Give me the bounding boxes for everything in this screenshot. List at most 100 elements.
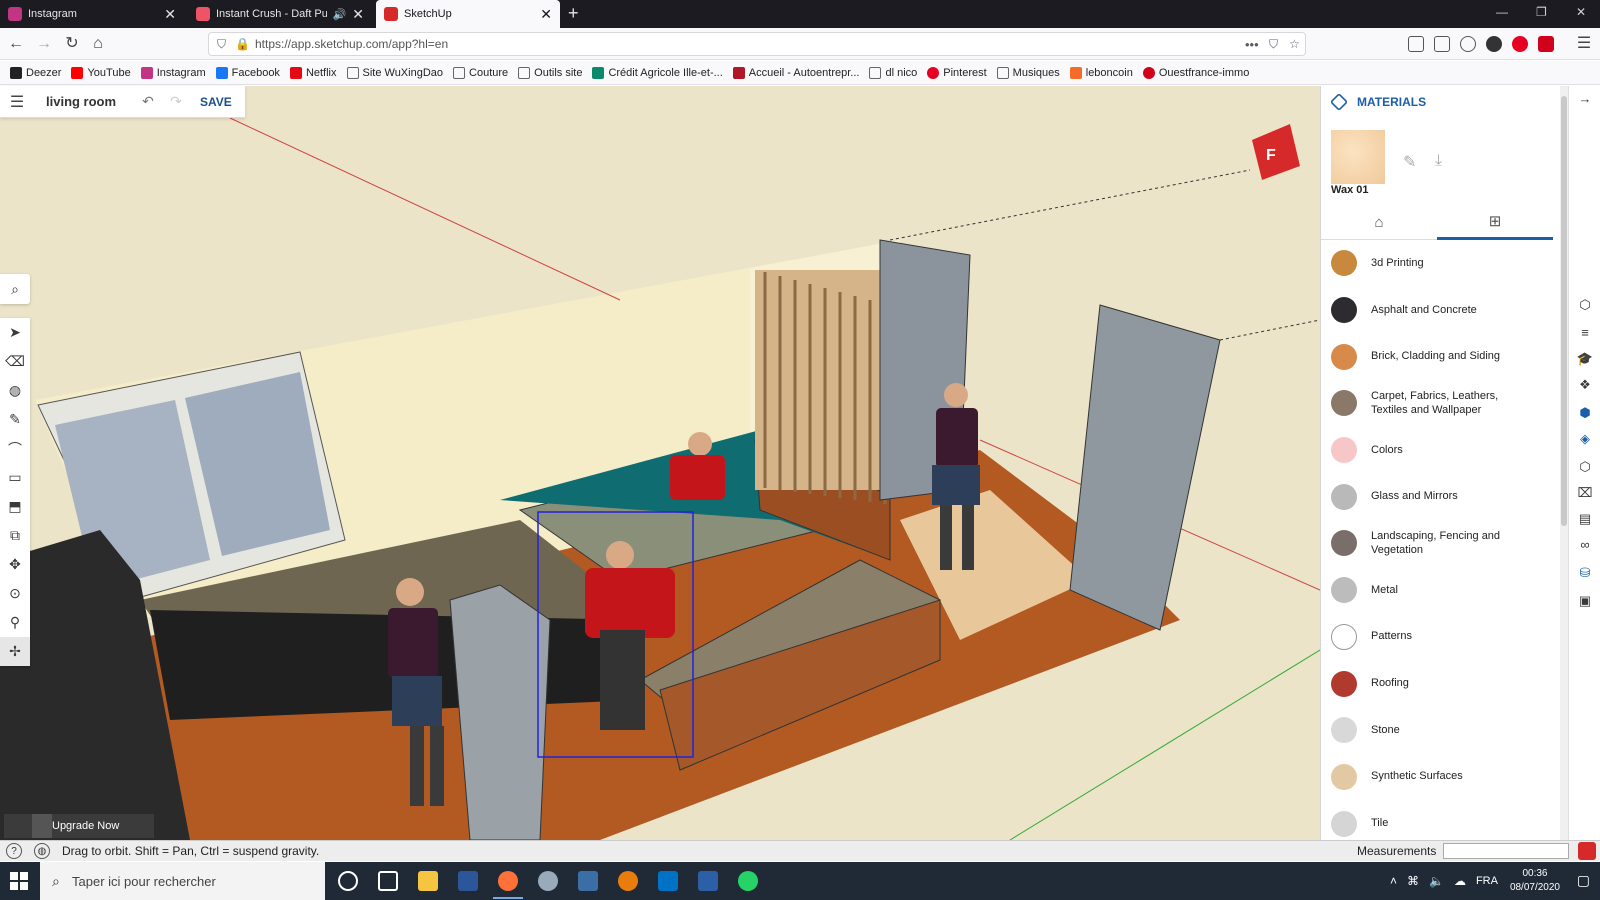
bookmark-pinterest[interactable]: Pinterest: [927, 66, 987, 79]
file-explorer-icon[interactable]: [418, 871, 438, 891]
pinterest-extension-icon[interactable]: [1512, 36, 1528, 52]
list-item[interactable]: Synthetic Surfaces: [1321, 754, 1553, 801]
bookmark-folder-outils[interactable]: Outils site: [518, 66, 582, 79]
list-item[interactable]: 3d Printing: [1321, 240, 1553, 287]
scenes-icon[interactable]: ▤: [1576, 510, 1594, 528]
rectangle-tool-icon[interactable]: ▭: [0, 463, 30, 492]
bookmark-youtube[interactable]: YouTube: [71, 66, 131, 79]
sketchup-icon[interactable]: [1578, 842, 1596, 860]
volume-icon[interactable]: 🔈: [1429, 874, 1444, 888]
show-hidden-icons[interactable]: ˄: [1390, 874, 1397, 888]
bookmark-folder-couture[interactable]: Couture: [453, 66, 508, 79]
solar-north-icon[interactable]: ▣: [1576, 592, 1594, 610]
arc-tool-icon[interactable]: ⌒: [0, 434, 30, 463]
pocket-icon[interactable]: ⛉: [1269, 37, 1278, 52]
tape-measure-tool-icon[interactable]: ⊙: [0, 579, 30, 608]
shield-icon[interactable]: ⛉: [217, 37, 226, 52]
reload-icon[interactable]: ↻: [62, 34, 82, 54]
current-material-swatch[interactable]: [1331, 130, 1385, 184]
offset-tool-icon[interactable]: ⧉: [0, 521, 30, 550]
bookmark-autoentrepreneur[interactable]: Accueil - Autoentrepr...: [732, 66, 859, 79]
cortana-icon[interactable]: [338, 871, 358, 891]
firefox-icon[interactable]: [498, 871, 518, 891]
undo-icon[interactable]: ↶: [134, 93, 162, 110]
back-icon[interactable]: ←: [6, 34, 26, 54]
extension-icon[interactable]: [1486, 36, 1502, 52]
list-item[interactable]: Patterns: [1321, 614, 1553, 661]
scrollbar-thumb[interactable]: [1561, 96, 1567, 526]
model-viewport[interactable]: F: [0, 86, 1320, 840]
list-item[interactable]: Carpet, Fabrics, Leathers, Textiles and …: [1321, 380, 1553, 427]
materials-scrollbar[interactable]: [1560, 86, 1568, 840]
tags-icon[interactable]: ⌧: [1576, 484, 1594, 502]
import-material-icon[interactable]: ⤓: [1435, 152, 1442, 170]
sidebar-icon[interactable]: [1434, 36, 1450, 52]
bookmark-instagram[interactable]: Instagram: [140, 66, 206, 79]
account-icon[interactable]: [1460, 36, 1476, 52]
bookmark-leboncoin[interactable]: leboncoin: [1069, 66, 1133, 79]
bookmark-credit-agricole[interactable]: Crédit Agricole Ille-et-...: [592, 66, 723, 79]
whatsapp-icon[interactable]: [738, 871, 758, 891]
eraser-tool-icon[interactable]: ⌫: [0, 347, 30, 376]
push-pull-tool-icon[interactable]: ⬒: [0, 492, 30, 521]
save-button[interactable]: SAVE: [200, 95, 232, 109]
minimize-icon[interactable]: —: [1496, 5, 1508, 19]
close-icon[interactable]: ✕: [540, 6, 552, 23]
globe-icon[interactable]: ◍: [34, 843, 50, 859]
collapse-panel-icon[interactable]: →: [1576, 90, 1594, 108]
window-close-icon[interactable]: ✕: [1576, 5, 1586, 19]
clock[interactable]: 00:36 08/07/2020: [1510, 867, 1560, 895]
restore-icon[interactable]: ❐: [1536, 5, 1547, 19]
bookmark-deezer[interactable]: Deezer: [10, 66, 61, 79]
hamburger-menu-icon[interactable]: ☰: [0, 92, 34, 112]
walk-tool-icon[interactable]: ⚲: [0, 608, 30, 637]
redo-icon[interactable]: ↷: [162, 93, 190, 110]
list-item[interactable]: Brick, Cladding and Siding: [1321, 333, 1553, 380]
help-icon[interactable]: ?: [6, 843, 22, 859]
word-icon[interactable]: [458, 871, 478, 891]
bookmark-ouestfrance[interactable]: Ouestfrance-immo: [1142, 66, 1249, 79]
move-tool-icon[interactable]: ✥: [0, 550, 30, 579]
search-tool-button[interactable]: ⌕: [0, 274, 30, 304]
speaker-icon[interactable]: 🔊: [333, 8, 347, 21]
onedrive-icon[interactable]: ☁: [1454, 874, 1466, 888]
new-tab-button[interactable]: +: [568, 3, 579, 24]
network-icon[interactable]: ⌘: [1407, 874, 1419, 888]
paint-bucket-tool-icon[interactable]: ◍: [0, 376, 30, 405]
project-name[interactable]: living room: [34, 94, 134, 109]
bookmark-folder-wuxingdao[interactable]: Site WuXingDao: [346, 66, 443, 79]
tab-instant-crush[interactable]: Instant Crush - Daft Punk - 🔊 ✕: [188, 0, 372, 28]
sketch-app-icon[interactable]: [698, 871, 718, 891]
components-icon[interactable]: ❖: [1576, 376, 1594, 394]
bookmark-folder-musiques[interactable]: Musiques: [996, 66, 1060, 79]
lock-icon[interactable]: 🔒: [235, 37, 250, 51]
tab-in-model[interactable]: ⌂: [1321, 204, 1437, 240]
model-scene[interactable]: F: [0, 86, 1320, 840]
list-item[interactable]: Colors: [1321, 427, 1553, 474]
paint-icon[interactable]: [538, 871, 558, 891]
tab-instagram[interactable]: Instagram ✕: [0, 0, 184, 28]
materials-panel-icon[interactable]: ⬢: [1576, 404, 1594, 422]
bookmark-netflix[interactable]: Netflix: [289, 66, 337, 79]
upgrade-now-button[interactable]: Upgrade Now: [4, 814, 154, 838]
instructor-icon[interactable]: 🎓: [1576, 350, 1594, 368]
list-item[interactable]: Glass and Mirrors: [1321, 473, 1553, 520]
home-icon[interactable]: ⌂: [88, 34, 108, 54]
outlook-icon[interactable]: [658, 871, 678, 891]
adblock-icon[interactable]: [1538, 36, 1554, 52]
calculator-icon[interactable]: [578, 871, 598, 891]
list-item[interactable]: Stone: [1321, 707, 1553, 754]
blender-icon[interactable]: [618, 871, 638, 891]
menu-icon[interactable]: ☰: [1574, 34, 1594, 54]
layers-icon[interactable]: ≡: [1576, 324, 1594, 342]
extension-warehouse-icon[interactable]: ⛁: [1576, 564, 1594, 582]
tab-sketchup[interactable]: SketchUp ✕: [376, 0, 560, 28]
entity-info-icon[interactable]: ⬡: [1576, 296, 1594, 314]
star-icon[interactable]: ☆: [1289, 37, 1300, 51]
bookmark-facebook[interactable]: Facebook: [215, 66, 280, 79]
forward-icon[interactable]: →: [34, 34, 54, 54]
task-view-icon[interactable]: [378, 871, 398, 891]
taskbar-search[interactable]: ⌕ Taper ici pour rechercher: [40, 862, 325, 900]
language-indicator[interactable]: FRA: [1476, 875, 1498, 887]
library-icon[interactable]: [1408, 36, 1424, 52]
